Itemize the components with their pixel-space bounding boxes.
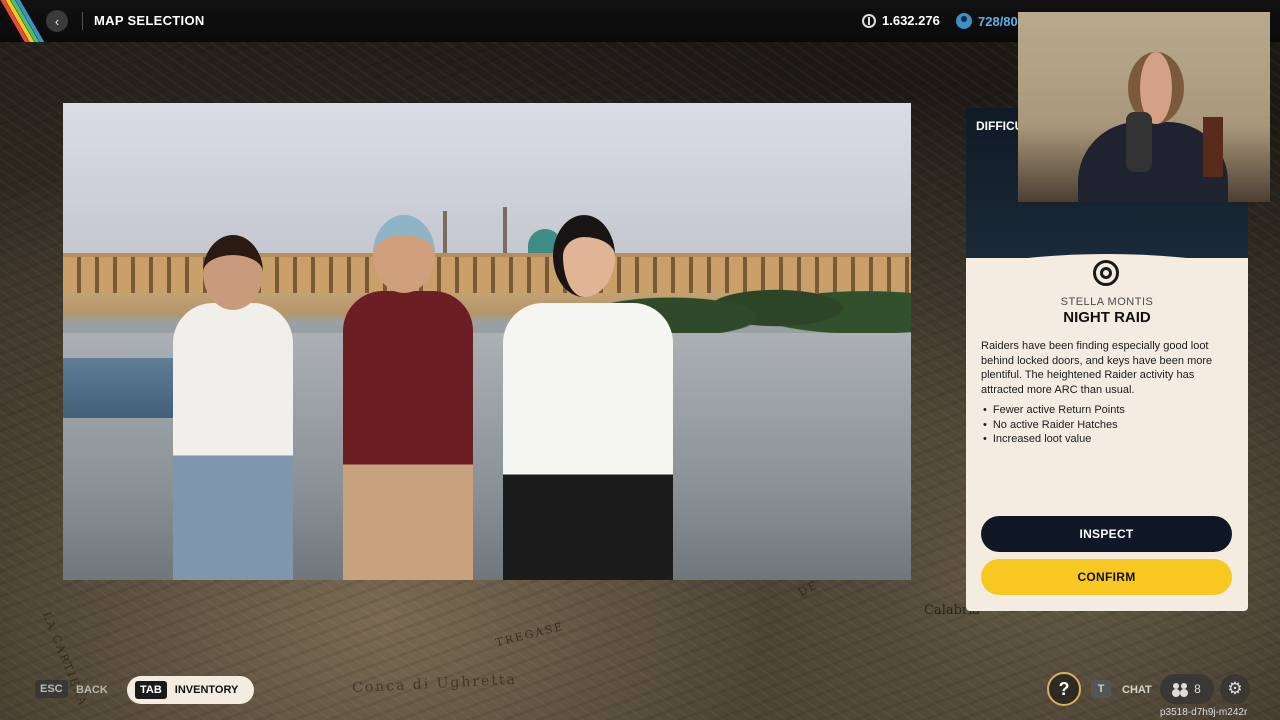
esc-key-hint: ESC	[35, 680, 68, 698]
back-button[interactable]: ‹	[46, 10, 68, 32]
party-button[interactable]: 8	[1160, 674, 1214, 704]
inventory-label: INVENTORY	[174, 684, 239, 696]
event-description: Raiders have been finding especially goo…	[981, 340, 1213, 396]
video-person-head	[203, 235, 263, 310]
modifier-item: Fewer active Return Points	[983, 403, 1233, 418]
chat-button[interactable]: CHAT	[1122, 684, 1152, 696]
t-key-hint: T	[1091, 680, 1111, 698]
difficulty-label: DIFFICU	[976, 119, 1024, 133]
night-raid-icon	[1093, 260, 1119, 286]
help-button[interactable]: ?	[1047, 672, 1081, 706]
brand-stripes	[0, 0, 44, 42]
coins-value: 1.632.276	[882, 13, 940, 28]
video-person	[503, 303, 673, 580]
divider	[82, 12, 83, 30]
token-icon	[956, 13, 972, 29]
video-sky	[63, 103, 911, 263]
video-person-head	[553, 215, 615, 297]
event-title: NIGHT RAID	[1063, 309, 1151, 326]
settings-button[interactable]: ⚙	[1220, 674, 1250, 704]
video-overlay	[63, 103, 911, 580]
modifier-item: Increased loot value	[983, 432, 1233, 447]
video-person-head	[373, 215, 435, 293]
tokens-counter: 728/80	[956, 13, 1018, 29]
chevron-left-icon: ‹	[54, 13, 60, 29]
video-person	[343, 291, 473, 580]
people-icon	[1173, 683, 1189, 695]
coin-icon	[862, 13, 876, 28]
question-icon: ?	[1058, 678, 1070, 699]
microphone-icon	[1126, 112, 1152, 172]
gear-icon: ⚙	[1227, 679, 1243, 698]
event-icon	[1089, 256, 1123, 290]
coins-counter: 1.632.276	[862, 13, 940, 28]
inventory-button[interactable]: TAB INVENTORY	[127, 676, 254, 704]
tab-key-hint: TAB	[135, 681, 167, 699]
webcam-overlay	[1018, 12, 1270, 202]
tokens-value: 728/80	[978, 13, 1018, 29]
session-id: p3518-d7h9j-m242r	[1160, 707, 1248, 718]
video-pool	[63, 358, 183, 418]
back-label[interactable]: BACK	[76, 684, 108, 696]
inspect-button[interactable]: INSPECT	[981, 516, 1232, 552]
event-map-name: STELLA MONTIS	[1060, 296, 1154, 308]
modifier-item: No active Raider Hatches	[983, 418, 1233, 433]
webcam-chair	[1203, 117, 1223, 177]
party-count: 8	[1194, 682, 1201, 696]
event-modifiers: Fewer active Return Points No active Rai…	[983, 403, 1233, 447]
video-person	[173, 303, 293, 580]
confirm-button[interactable]: CONFIRM	[981, 559, 1232, 595]
page-title: MAP SELECTION	[94, 13, 205, 28]
